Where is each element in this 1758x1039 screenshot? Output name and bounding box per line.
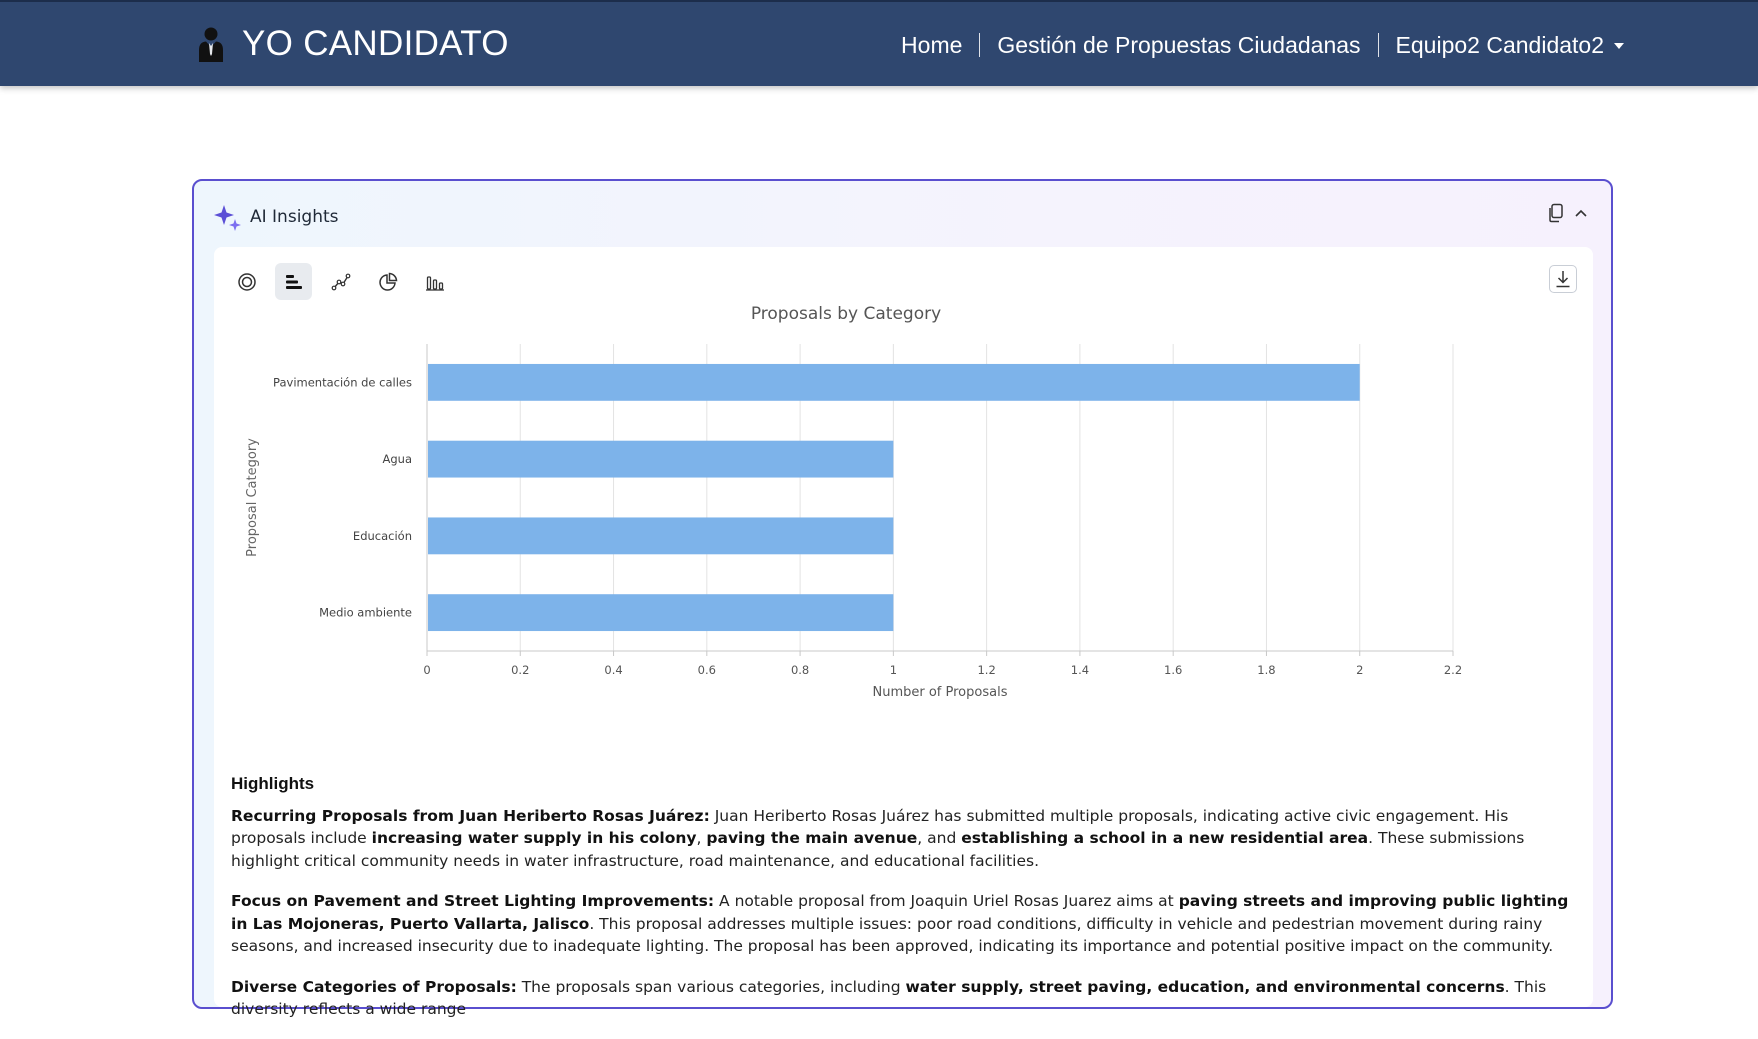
highlight-bold: water supply, street paving, education, … xyxy=(905,977,1505,996)
insights-panel: Proposals by Category 0 0.2 0.4 0.6 0.8 1 1.2 1.… xyxy=(214,247,1593,1018)
nav-divider xyxy=(1377,33,1379,57)
x-tick-label: 0.6 xyxy=(698,663,716,677)
proposals-bar-chart: Proposals by Category 0 0.2 0.4 0.6 0.8 1 1.2 1.… xyxy=(245,304,1462,700)
nav-home[interactable]: Home xyxy=(884,32,979,58)
candidate-icon xyxy=(199,27,223,62)
user-name: Equipo2 Candidato2 xyxy=(1395,32,1604,58)
x-tick-label: 1 xyxy=(890,663,897,677)
y-tick-label: Agua xyxy=(382,452,412,466)
main-nav: Home Gestión de Propuestas Ciudadanas Eq… xyxy=(884,32,1624,58)
y-tick-label: Educación xyxy=(353,529,412,543)
highlight-text: , xyxy=(696,829,707,847)
y-tick-label: Medio ambiente xyxy=(319,606,412,620)
x-tick-label: 0.4 xyxy=(604,663,622,677)
nav-proposals[interactable]: Gestión de Propuestas Ciudadanas xyxy=(980,32,1377,58)
bar xyxy=(428,594,894,632)
y-axis-label: Proposal Category xyxy=(245,438,260,557)
bar xyxy=(428,363,1360,401)
brand[interactable]: YO CANDIDATO xyxy=(196,24,509,64)
highlight-bold: increasing water supply in his colony xyxy=(371,829,697,847)
x-axis-label: Number of Proposals xyxy=(873,685,1008,700)
card-actions xyxy=(1547,203,1589,223)
sparkle-icon xyxy=(214,205,241,231)
ai-insights-title: AI Insights xyxy=(250,207,339,227)
x-tick-label: 1.6 xyxy=(1164,663,1182,677)
caret-down-icon xyxy=(1614,43,1624,49)
bar xyxy=(428,440,894,478)
x-tick-label: 1.4 xyxy=(1071,663,1089,677)
chart-title: Proposals by Category xyxy=(751,304,941,324)
highlight-paragraph: Diverse Categories of Proposals: The pro… xyxy=(231,976,1581,1021)
highlight-paragraph: Focus on Pavement and Street Lighting Im… xyxy=(231,890,1581,958)
app-title: YO CANDIDATO xyxy=(242,24,509,63)
highlights-heading: Highlights xyxy=(231,774,315,793)
highlight-bold: establishing a school in a new residenti… xyxy=(961,829,1369,847)
bar xyxy=(428,517,894,555)
top-navbar: YO CANDIDATO Home Gestión de Propuestas … xyxy=(0,0,1758,86)
highlights-section: Highlights Recurring Proposals from Juan… xyxy=(231,773,1581,1039)
highlight-paragraph: Recurring Proposals from Juan Heriberto … xyxy=(231,805,1581,873)
x-tick-label: 0.2 xyxy=(511,663,529,677)
ai-insights-card: AI Insights Proposals by Category 0 0.2 … xyxy=(192,179,1613,1018)
chevron-up-icon[interactable] xyxy=(1573,205,1589,221)
x-tick-label: 2.2 xyxy=(1444,663,1462,677)
highlight-lead: Diverse Categories of Proposals: xyxy=(231,977,517,996)
x-tick-label: 0.8 xyxy=(791,663,809,677)
x-tick-label: 1.2 xyxy=(977,663,995,677)
highlight-lead: Focus on Pavement and Street Lighting Im… xyxy=(231,892,715,910)
highlight-text: A notable proposal from Joaquin Uriel Ro… xyxy=(714,892,1179,910)
y-tick-label: Pavimentación de calles xyxy=(273,375,412,389)
x-tick-label: 2 xyxy=(1356,663,1363,677)
nav-divider xyxy=(979,33,981,57)
highlight-text: , and xyxy=(917,829,962,847)
user-menu[interactable]: Equipo2 Candidato2 xyxy=(1379,32,1624,58)
x-tick-label: 1.8 xyxy=(1257,663,1275,677)
copy-icon[interactable] xyxy=(1547,203,1565,223)
x-tick-label: 0 xyxy=(423,663,430,677)
ai-insights-header: AI Insights xyxy=(214,203,339,231)
highlight-bold: paving the main avenue xyxy=(706,829,918,847)
highlight-lead: Recurring Proposals from Juan Heriberto … xyxy=(231,806,710,825)
highlight-text: The proposals span various categories, i… xyxy=(516,977,906,996)
